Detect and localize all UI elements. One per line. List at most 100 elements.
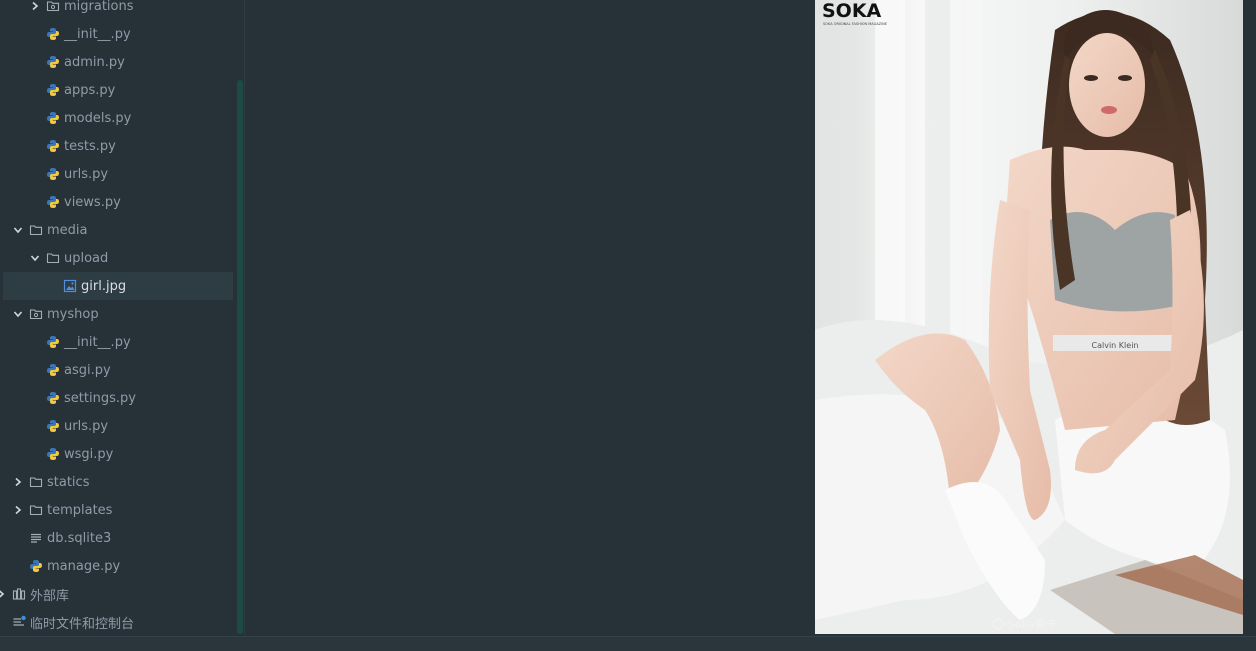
tree-item-label: urls.py <box>64 166 109 182</box>
tree-item[interactable]: wsgi.py <box>0 440 232 468</box>
tree-item-label: __init__.py <box>64 26 131 42</box>
chevron-right-icon[interactable] <box>0 588 7 600</box>
tree-item-label: media <box>47 222 88 238</box>
tree-item[interactable]: settings.py <box>0 384 232 412</box>
python-icon <box>46 139 60 153</box>
text-file-icon <box>29 531 43 545</box>
python-icon <box>46 83 60 97</box>
python-icon <box>46 391 60 405</box>
tree-item[interactable]: urls.py <box>0 412 232 440</box>
python-icon <box>46 447 60 461</box>
tree-item-label: models.py <box>64 110 132 126</box>
tree-item-label: asgi.py <box>64 362 111 378</box>
chevron-right-icon[interactable] <box>29 0 41 12</box>
tree-item-label: manage.py <box>47 558 121 574</box>
python-icon <box>29 559 43 573</box>
tree-item[interactable]: __init__.py <box>0 328 232 356</box>
magazine-logo: SOKA <box>822 0 882 22</box>
tree-item[interactable]: models.py <box>0 104 232 132</box>
tree-item[interactable]: 外部库 <box>0 580 227 608</box>
tree-item[interactable]: 临时文件和控制台 <box>0 608 227 636</box>
tree-item[interactable]: __init__.py <box>0 20 232 48</box>
python-icon <box>46 55 60 69</box>
tree-item-label: db.sqlite3 <box>47 530 112 546</box>
python-icon <box>46 27 60 41</box>
folder-icon <box>29 503 43 517</box>
tree-item[interactable]: urls.py <box>0 160 232 188</box>
tree-item[interactable]: tests.py <box>0 132 232 160</box>
python-icon <box>46 167 60 181</box>
tree-item-label: urls.py <box>64 418 109 434</box>
tree-item[interactable]: manage.py <box>0 552 232 580</box>
tree-item-label: __init__.py <box>64 334 131 350</box>
magazine-logo-subtitle: SOKA ORIGINAL FASHION MAGAZINE <box>823 22 887 26</box>
tree-item[interactable]: myshop <box>0 300 232 328</box>
package-folder-icon <box>46 0 60 13</box>
tree-item-label: apps.py <box>64 82 116 98</box>
tree-item-label: statics <box>47 474 90 490</box>
tree-item[interactable]: templates <box>0 496 232 524</box>
tree-item[interactable]: admin.py <box>0 48 232 76</box>
image-icon <box>63 279 77 293</box>
status-bar <box>0 636 1256 651</box>
python-icon <box>46 111 60 125</box>
python-icon <box>46 419 60 433</box>
image-preview: Calvin Klein SOKA SOKA ORIGINAL FASHION … <box>815 0 1243 634</box>
tree-item-label: views.py <box>64 194 121 210</box>
package-folder-icon <box>29 307 43 321</box>
folder-icon <box>46 251 60 265</box>
tree-item[interactable]: media <box>0 216 232 244</box>
chevron-down-icon[interactable] <box>12 224 24 236</box>
photo-girl: Calvin Klein SOKA SOKA ORIGINAL FASHION … <box>815 0 1243 634</box>
python-icon <box>46 335 60 349</box>
tree-item-label: tests.py <box>64 138 116 154</box>
chevron-down-icon[interactable] <box>12 308 24 320</box>
tree-item-label: migrations <box>64 0 134 14</box>
chevron-right-icon[interactable] <box>12 476 24 488</box>
scratch-icon <box>12 615 26 629</box>
photo-watermark: Soka索卡 <box>1008 617 1057 631</box>
preview-gutter <box>1243 0 1256 636</box>
tree-item-label: upload <box>64 250 109 266</box>
tree-item[interactable]: migrations <box>0 0 232 20</box>
tree-item-label: girl.jpg <box>81 278 127 294</box>
tree-item-label: admin.py <box>64 54 125 70</box>
tree-item-label: 外部库 <box>30 588 70 604</box>
project-tree[interactable]: migrations __init__.py admin.py apps.py mode… <box>0 0 244 636</box>
folder-icon <box>29 223 43 237</box>
chevron-right-icon[interactable] <box>12 504 24 516</box>
library-icon <box>12 587 26 601</box>
tree-item[interactable]: views.py <box>0 188 232 216</box>
tree-item[interactable]: asgi.py <box>0 356 232 384</box>
tree-item[interactable]: upload <box>0 244 232 272</box>
tree-item[interactable]: db.sqlite3 <box>0 524 232 552</box>
python-icon <box>46 363 60 377</box>
tree-item-label: 临时文件和控制台 <box>30 616 135 632</box>
tree-item-label: templates <box>47 502 113 518</box>
tree-item-label: settings.py <box>64 390 136 406</box>
tree-item-label: wsgi.py <box>64 446 114 462</box>
tree-item[interactable]: apps.py <box>0 76 232 104</box>
project-tree-scrollbar[interactable] <box>237 80 243 634</box>
chevron-down-icon[interactable] <box>29 252 41 264</box>
tree-item[interactable]: statics <box>0 468 232 496</box>
python-icon <box>46 195 60 209</box>
tree-item[interactable]: girl.jpg <box>3 272 233 300</box>
folder-icon <box>29 475 43 489</box>
brand-band-text: Calvin Klein <box>1092 341 1139 350</box>
